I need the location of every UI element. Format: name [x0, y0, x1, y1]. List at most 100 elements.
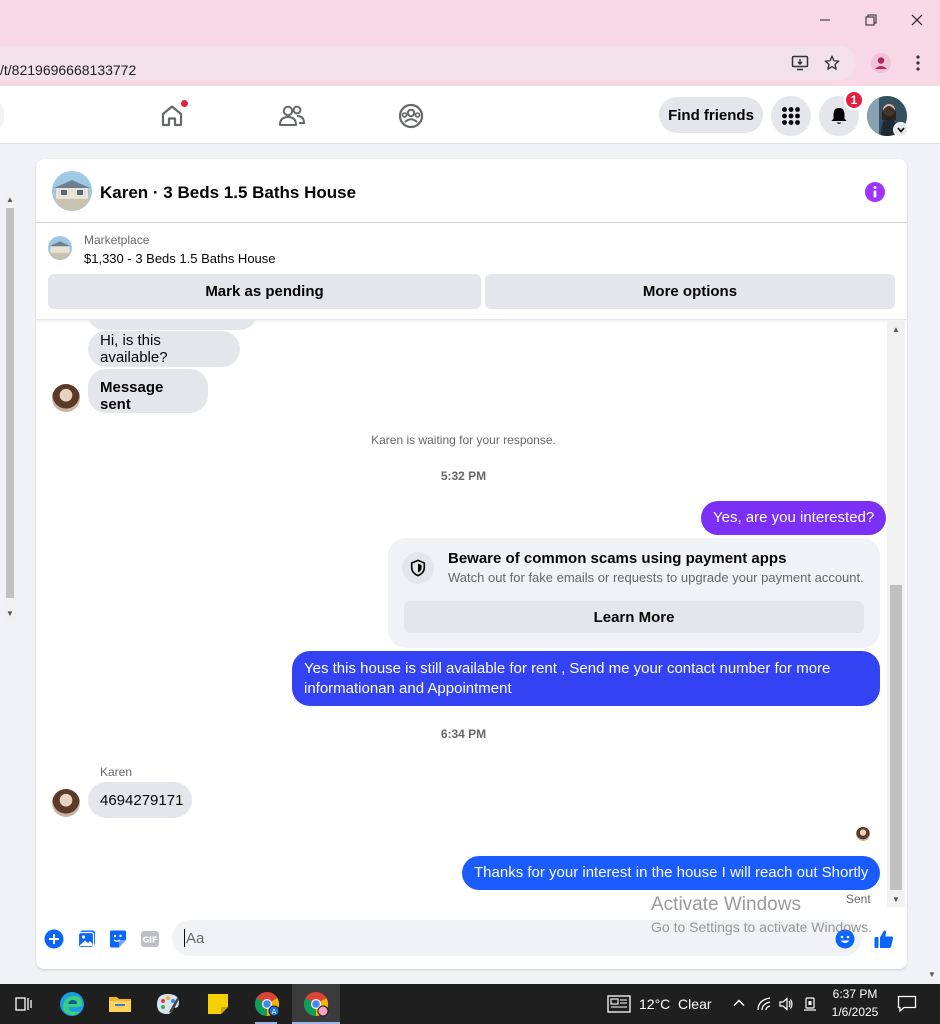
- restore-icon: [865, 14, 877, 26]
- bookmark-star-icon[interactable]: [818, 49, 846, 77]
- chat-header: Karen · 3 Beds 1.5 Baths House: [36, 159, 907, 223]
- install-app-icon[interactable]: [786, 49, 814, 77]
- minimize-button[interactable]: [802, 0, 848, 40]
- page-scrollbar[interactable]: [924, 145, 940, 983]
- chevron-up-icon[interactable]: [732, 996, 746, 1015]
- window-titlebar: [0, 0, 940, 40]
- profile-icon[interactable]: [867, 49, 895, 77]
- marketplace-label: Marketplace: [84, 233, 150, 247]
- activate-windows-title: Activate Windows: [651, 894, 801, 915]
- left-scrollbar-thumb[interactable]: [6, 208, 14, 598]
- listing-thumbnail[interactable]: [52, 171, 92, 211]
- scam-warning-card: Beware of common scams using payment app…: [388, 538, 880, 648]
- groups-icon: [398, 103, 424, 129]
- notification-badge: 1: [844, 90, 864, 110]
- svg-text:GIF: GIF: [142, 936, 157, 945]
- weather-icon[interactable]: [607, 995, 631, 1018]
- left-scroll-down-arrow[interactable]: ▼: [4, 609, 16, 618]
- avatar[interactable]: [52, 384, 80, 412]
- bell-icon: [831, 108, 847, 124]
- minimize-icon: [820, 19, 830, 21]
- file-explorer-taskbar-button[interactable]: [96, 984, 144, 1024]
- activate-windows-subtitle: Go to Settings to activate Windows.: [651, 919, 872, 935]
- sender-name: Karen: [100, 765, 133, 779]
- friends-icon: [279, 105, 306, 126]
- add-attachment-icon[interactable]: [43, 928, 65, 950]
- message-bubble-incoming[interactable]: Hi, is this available?: [88, 331, 240, 367]
- sticky-notes-icon: [208, 994, 228, 1014]
- scam-warning-subtitle: Watch out for fake emails or requests to…: [448, 570, 864, 585]
- paint-taskbar-button[interactable]: [144, 984, 192, 1024]
- message-input-placeholder: Aa: [186, 929, 205, 947]
- nav-friends[interactable]: [272, 96, 312, 136]
- message-bubble-partial: [88, 320, 256, 330]
- sticker-icon[interactable]: [107, 928, 129, 950]
- gif-icon[interactable]: GIF: [139, 928, 161, 950]
- account-chevron-down-icon[interactable]: [893, 122, 908, 137]
- message-bubble-incoming[interactable]: Message sent: [88, 369, 208, 413]
- message-scroll-up-arrow[interactable]: ▲: [890, 325, 902, 334]
- message-scrollbar-thumb[interactable]: [890, 585, 902, 890]
- left-scroll-up-arrow[interactable]: ▲: [4, 195, 16, 204]
- paint-palette-icon: [157, 994, 179, 1014]
- timestamp: 5:32 PM: [440, 469, 487, 483]
- sticky-notes-taskbar-button[interactable]: [194, 984, 242, 1024]
- scam-warning-title: Beware of common scams using payment app…: [448, 550, 787, 567]
- device-icon[interactable]: [802, 996, 818, 1017]
- message-bubble-outgoing[interactable]: Thanks for your interest in the house I …: [462, 856, 880, 890]
- more-options-button[interactable]: More options: [485, 274, 895, 309]
- edge-icon: [60, 992, 84, 1016]
- facebook-navbar: Find friends: [0, 86, 940, 144]
- marketplace-thumbnail[interactable]: [48, 236, 72, 260]
- folder-icon: [109, 997, 131, 1012]
- text-cursor: [184, 929, 185, 947]
- close-icon: [911, 14, 923, 26]
- conversation-title[interactable]: Karen · 3 Beds 1.5 Baths House: [100, 183, 356, 203]
- svg-text:A: A: [272, 1008, 277, 1016]
- network-icon[interactable]: [756, 996, 772, 1017]
- waiting-notice: Karen is waiting for your response.: [371, 433, 556, 447]
- marketplace-bar: Marketplace $1,330 - 3 Beds 1.5 Baths Ho…: [36, 224, 907, 320]
- shield-icon: [402, 552, 434, 584]
- avatar[interactable]: [52, 789, 80, 817]
- mark-as-pending-button[interactable]: Mark as pending: [48, 274, 481, 309]
- search-field-edge[interactable]: [0, 100, 4, 130]
- message-bubble-outgoing[interactable]: Yes, are you interested?: [701, 501, 887, 535]
- photo-icon[interactable]: [76, 928, 98, 950]
- page-scroll-down-arrow[interactable]: ▼: [926, 970, 938, 979]
- message-list: Hi, is this available? Message sent Kare…: [36, 320, 887, 910]
- grid-menu-icon: [782, 107, 800, 125]
- url-text[interactable]: /t/8219696668133772: [0, 62, 136, 78]
- notification-center-icon[interactable]: [897, 995, 917, 1018]
- home-notification-dot: [180, 99, 189, 108]
- menu-button[interactable]: [771, 96, 811, 136]
- chrome-taskbar-button[interactable]: A: [243, 984, 291, 1024]
- clock-time[interactable]: 6:37 PM: [827, 987, 883, 1001]
- clock-date[interactable]: 1/6/2025: [827, 1005, 883, 1019]
- nav-groups[interactable]: [391, 96, 431, 136]
- message-bubble-outgoing[interactable]: Yes this house is still available for re…: [292, 651, 880, 706]
- close-window-button[interactable]: [894, 0, 940, 40]
- message-scroll-down-arrow[interactable]: ▼: [890, 895, 902, 904]
- task-view-icon: [15, 997, 32, 1011]
- edge-taskbar-button[interactable]: [48, 984, 96, 1024]
- info-icon[interactable]: [864, 181, 886, 203]
- learn-more-button[interactable]: Learn More: [404, 601, 864, 633]
- chat-panel: Karen · 3 Beds 1.5 Baths House Marketpla…: [36, 159, 907, 969]
- volume-icon[interactable]: [778, 996, 794, 1017]
- chrome-profile-taskbar-button[interactable]: [292, 984, 340, 1024]
- chrome-icon: [303, 992, 329, 1017]
- kebab-menu-icon[interactable]: [904, 49, 932, 77]
- task-view-button[interactable]: [0, 984, 48, 1024]
- restore-button[interactable]: [848, 0, 894, 40]
- find-friends-button[interactable]: Find friends: [659, 97, 763, 133]
- thumbs-up-icon[interactable]: [873, 928, 895, 950]
- timestamp: 6:34 PM: [440, 727, 487, 741]
- windows-taskbar: A 12°C Clear 6:37 PM 1/6/2025: [0, 984, 940, 1024]
- weather-text[interactable]: 12°C Clear: [639, 996, 712, 1012]
- sent-status: Sent: [846, 892, 871, 906]
- chrome-icon: A: [254, 992, 280, 1017]
- read-receipt-avatar: [856, 827, 870, 841]
- listing-price-title[interactable]: $1,330 - 3 Beds 1.5 Baths House: [84, 251, 276, 266]
- message-bubble-incoming[interactable]: 4694279171: [88, 782, 192, 818]
